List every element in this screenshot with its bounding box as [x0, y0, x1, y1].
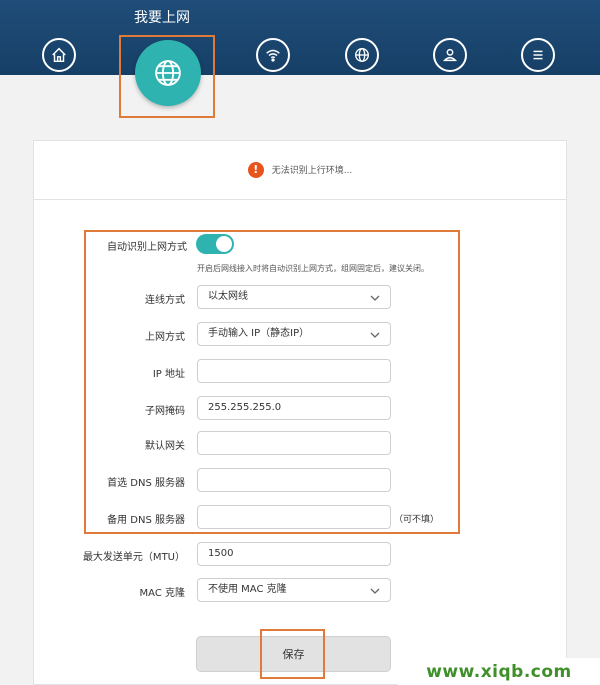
home-icon[interactable]: [42, 38, 76, 72]
active-tab-highlight: [119, 35, 215, 118]
wifi-icon[interactable]: [256, 38, 290, 72]
auto-detect-toggle[interactable]: [196, 234, 234, 254]
dns2-label: 备用 DNS 服务器: [107, 515, 185, 526]
internet-mode-value: 手动输入 IP（静态IP）: [208, 328, 310, 339]
mtu-label: 最大发送单元（MTU）: [82, 552, 185, 563]
menu-icon[interactable]: [521, 38, 555, 72]
mask-input[interactable]: 255.255.255.0: [197, 396, 391, 420]
chevron-down-icon: [370, 332, 380, 338]
auto-detect-hint: 开启后网线接入时将自动识别上网方式，组网固定后，建议关闭。: [197, 264, 429, 273]
gateway-label: 默认网关: [145, 441, 185, 452]
mac-clone-select[interactable]: 不使用 MAC 克隆: [197, 578, 391, 602]
status-message: 无法识别上行环境...: [271, 166, 353, 176]
dns2-input[interactable]: [197, 505, 391, 529]
warning-icon: !: [247, 161, 264, 178]
dns1-input[interactable]: [197, 468, 391, 492]
connection-type-label: 连线方式: [145, 295, 185, 306]
dns1-label: 首选 DNS 服务器: [107, 478, 185, 489]
ip-input[interactable]: [197, 359, 391, 383]
mtu-input[interactable]: 1500: [197, 542, 391, 566]
internet-mode-select[interactable]: 手动输入 IP（静态IP）: [197, 322, 391, 346]
mac-clone-value: 不使用 MAC 克隆: [208, 584, 287, 595]
connection-type-value: 以太网线: [208, 291, 248, 302]
connection-type-select[interactable]: 以太网线: [197, 285, 391, 309]
ip-label: IP 地址: [152, 369, 185, 380]
mac-clone-label: MAC 克隆: [139, 588, 185, 599]
toggle-knob: [216, 236, 232, 252]
chevron-down-icon: [370, 588, 380, 594]
globe-settings-icon[interactable]: [345, 38, 379, 72]
mask-label: 子网掩码: [145, 406, 185, 417]
active-tab-title: 我要上网: [134, 10, 190, 26]
top-nav-bar: [0, 0, 600, 75]
watermark: www.xiqb.com: [398, 658, 600, 685]
chevron-down-icon: [370, 295, 380, 301]
save-highlight: [260, 629, 325, 679]
auto-detect-label: 自动识别上网方式: [107, 242, 187, 253]
dns2-optional-note: （可不填）: [394, 515, 440, 525]
status-row: ! 无法识别上行环境...: [33, 140, 567, 200]
gateway-input[interactable]: [197, 431, 391, 455]
internet-mode-label: 上网方式: [145, 332, 185, 343]
user-icon[interactable]: [433, 38, 467, 72]
